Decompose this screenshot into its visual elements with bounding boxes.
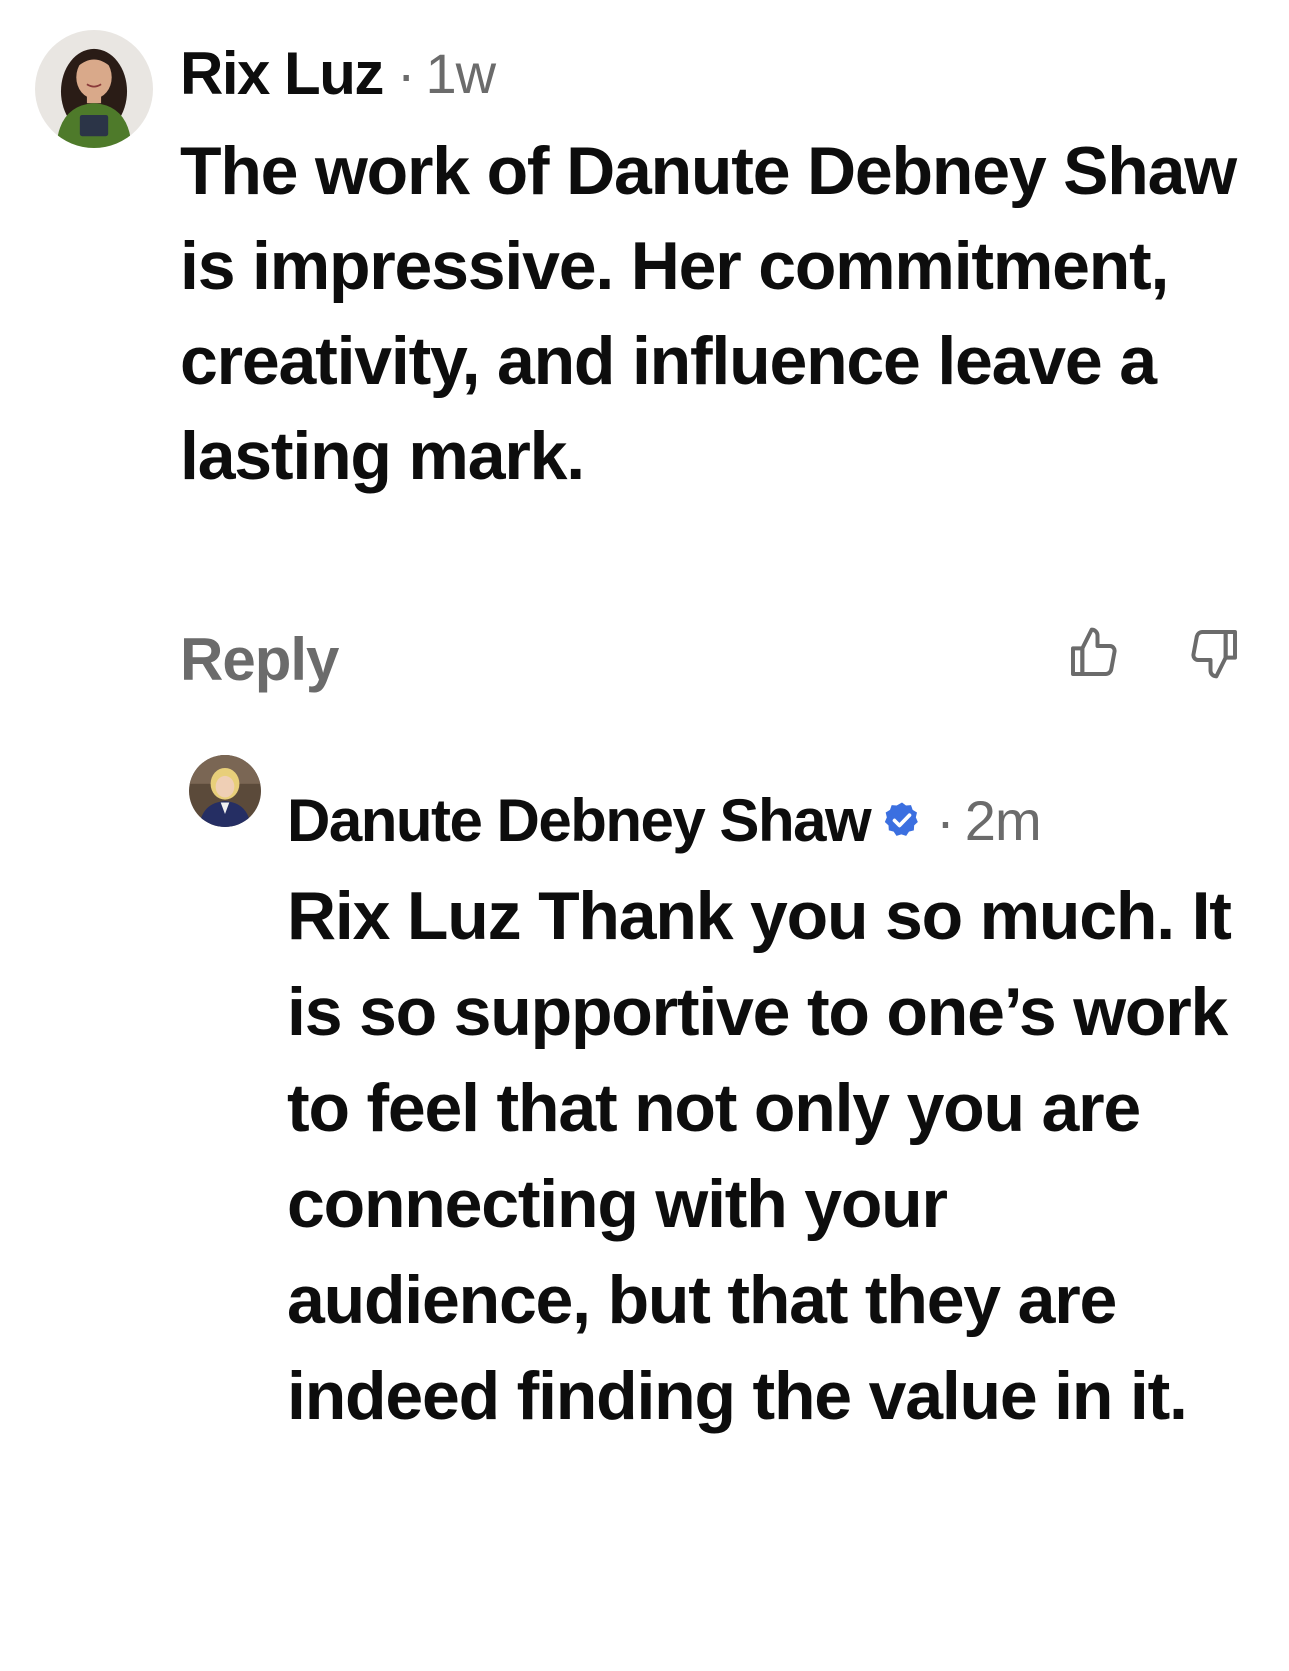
reply-comment: Danute Debney Shaw · 2m Rix Luz Thank yo… xyxy=(0,720,1289,1671)
author-name[interactable]: Danute Debney Shaw xyxy=(287,786,872,855)
comment-text: The work of Danute Debney Shaw is impres… xyxy=(180,133,1237,494)
comment-header: Danute Debney Shaw · 2m xyxy=(287,780,1042,860)
comment-text: Rix Luz Thank you so much. It is so supp… xyxy=(287,878,1232,1434)
separator-dot: · xyxy=(936,788,955,852)
reply-button[interactable]: Reply xyxy=(180,625,339,694)
timestamp: 1w xyxy=(425,41,497,105)
comment-header: Rix Luz · 1w xyxy=(180,38,497,108)
thumbs-down-icon[interactable] xyxy=(1186,625,1242,681)
thumbs-up-icon[interactable] xyxy=(1066,625,1122,681)
comment: Rix Luz · 1w The work of Danute Debney S… xyxy=(0,0,1289,720)
separator-dot: · xyxy=(396,41,416,105)
avatar-image xyxy=(189,755,261,827)
avatar[interactable] xyxy=(189,755,261,827)
timestamp: 2m xyxy=(964,788,1042,852)
avatar[interactable] xyxy=(35,30,153,148)
avatar-image xyxy=(35,30,153,148)
author-name[interactable]: Rix Luz xyxy=(180,39,384,108)
verified-badge-icon xyxy=(882,800,922,840)
